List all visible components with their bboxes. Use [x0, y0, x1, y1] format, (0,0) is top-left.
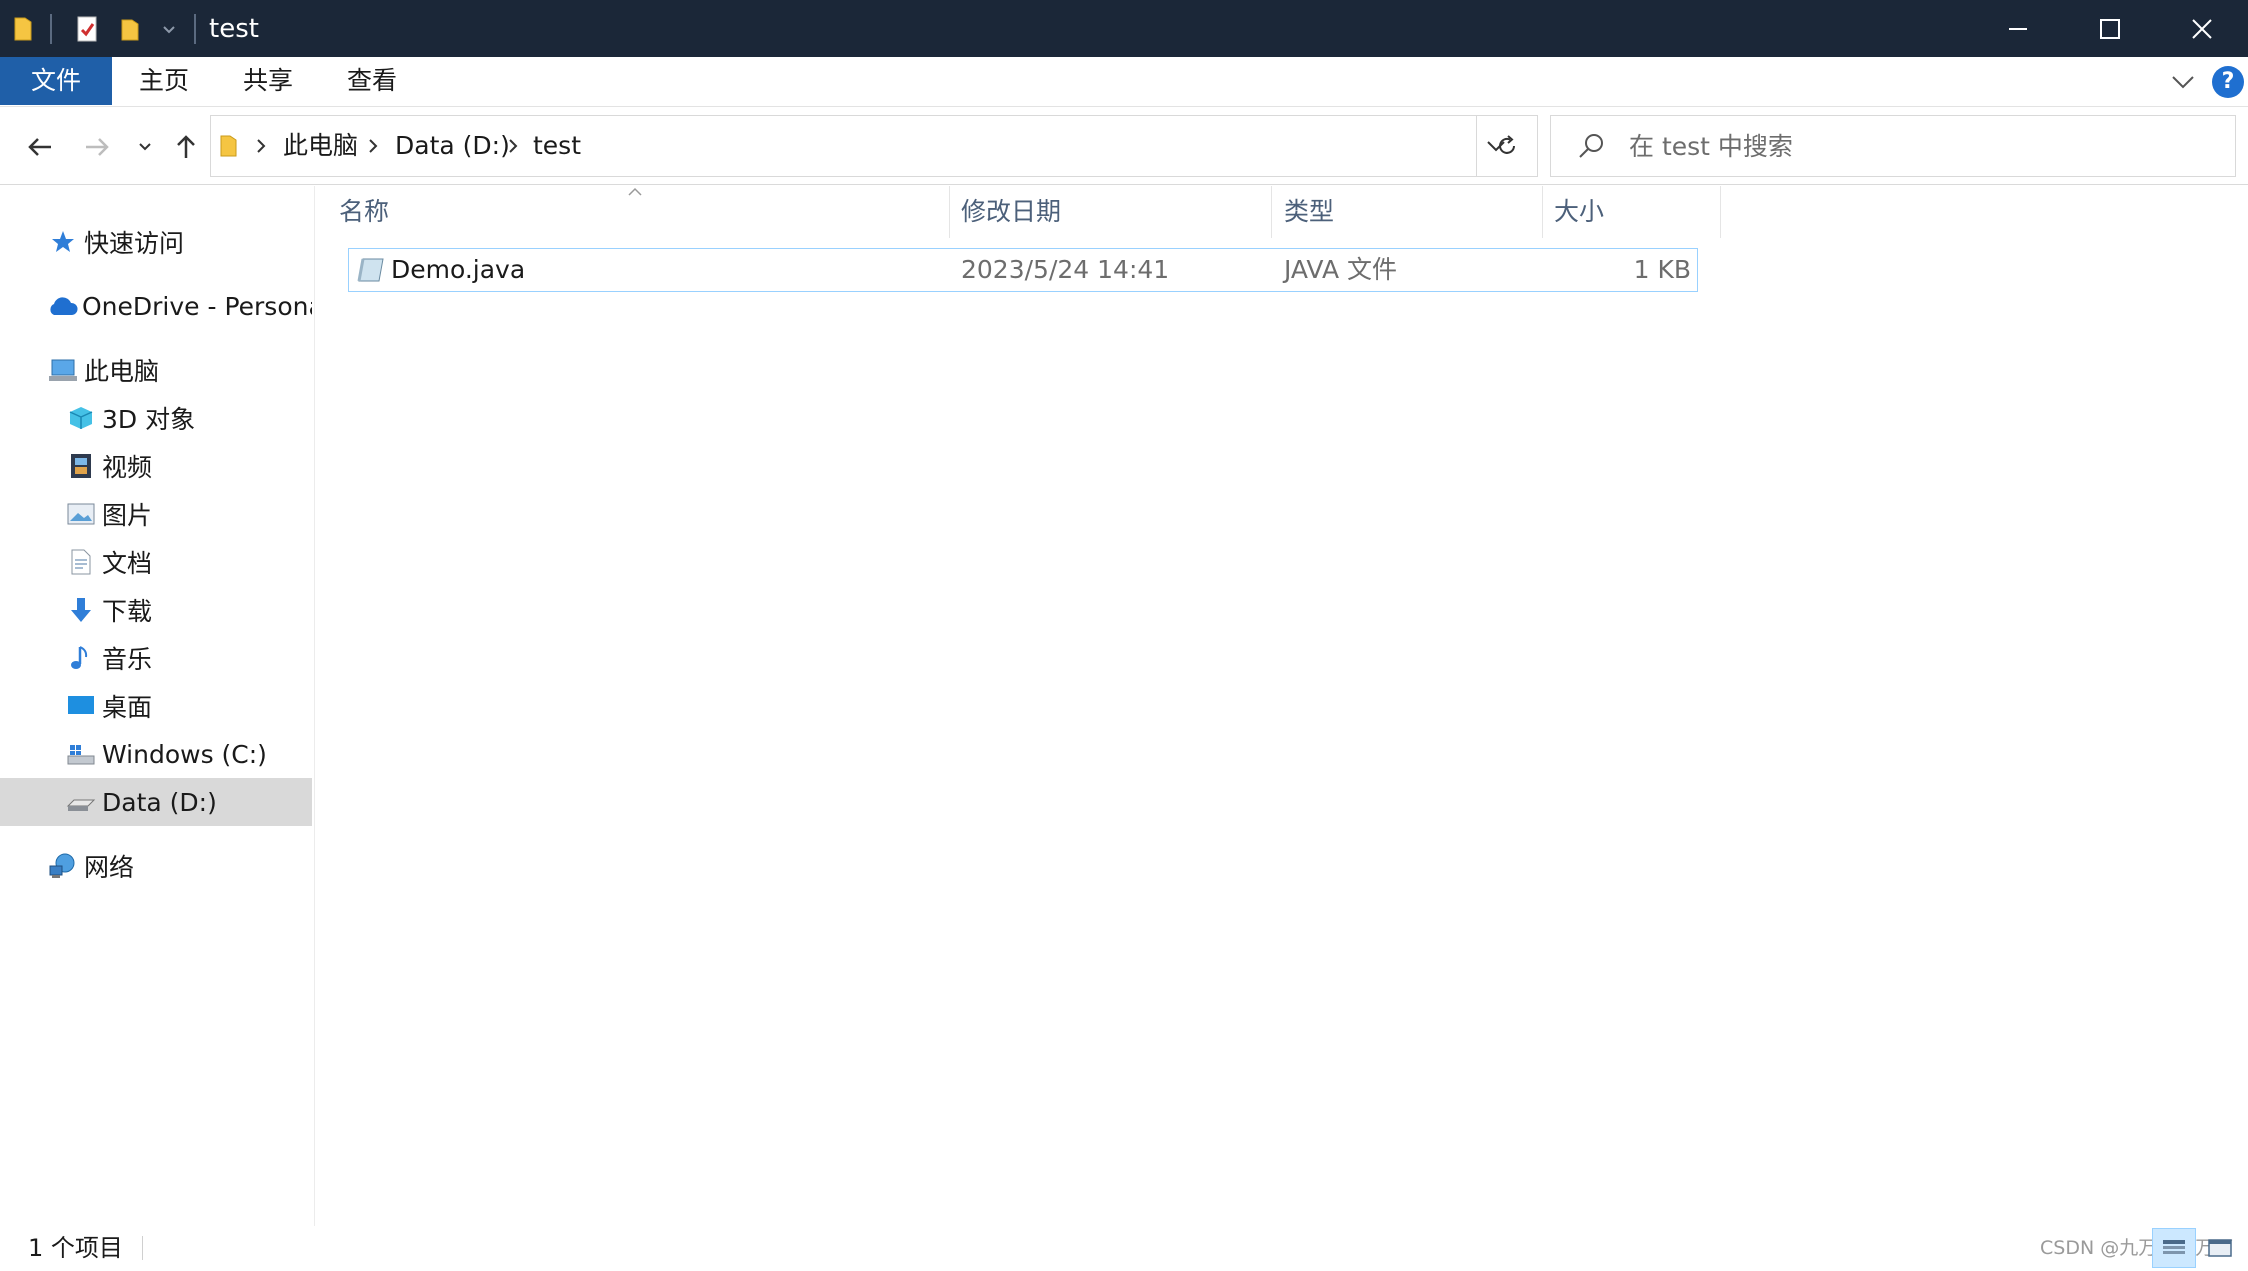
customize-dropdown-icon[interactable] [160, 12, 178, 46]
music-note-icon [64, 641, 98, 675]
folder-icon [219, 134, 239, 162]
sidebar-item-label: 视频 [102, 453, 153, 482]
sidebar-item-label: OneDrive - Persona [82, 291, 312, 321]
large-icons-view-button[interactable] [2200, 1228, 2240, 1268]
status-bar: 1 个项目 CSDN @九万万万万万 [0, 1226, 2248, 1271]
drive-icon [64, 785, 98, 819]
computer-icon [46, 353, 80, 387]
search-input[interactable] [1629, 116, 2219, 176]
sidebar-item-label: 下载 [102, 597, 153, 626]
minimize-button[interactable] [1972, 0, 2064, 57]
new-folder-icon[interactable] [118, 12, 144, 46]
document-icon [64, 545, 98, 579]
sidebar-item-onedrive[interactable]: OneDrive - Persona [0, 282, 312, 330]
search-box [1550, 115, 2236, 177]
film-icon [64, 449, 98, 483]
tab-file[interactable]: 文件 [0, 57, 112, 105]
sidebar-item-label: 桌面 [102, 693, 153, 722]
search-icon [1577, 132, 1605, 164]
file-type: JAVA 文件 [1284, 255, 1397, 284]
sidebar-item-label: Windows (C:) [102, 739, 267, 769]
back-arrow-icon[interactable] [20, 127, 60, 167]
properties-icon[interactable] [74, 12, 100, 46]
sidebar-item-desktop[interactable]: 桌面 [0, 682, 312, 730]
sidebar-item-label: 图片 [102, 501, 153, 530]
item-count: 1 个项目 [28, 1234, 123, 1262]
column-header-type[interactable]: 类型 [1272, 186, 1542, 238]
window-title: test [209, 14, 259, 44]
network-icon [46, 849, 80, 883]
picture-icon [64, 497, 98, 531]
quick-access-divider [50, 14, 52, 44]
sidebar-item-data-d[interactable]: Data (D:) [0, 778, 312, 826]
file-size: 1 KB [1633, 255, 1691, 284]
close-button[interactable] [2156, 0, 2248, 57]
windows-drive-icon [64, 737, 98, 771]
file-list: 名称 修改日期 类型 大小 Demo.java 2023/5/24 14:41 … [315, 186, 2248, 1226]
column-header-name[interactable]: 名称 [327, 186, 949, 238]
sidebar-item-downloads[interactable]: 下载 [0, 586, 312, 634]
download-arrow-icon [64, 593, 98, 627]
title-divider [194, 14, 196, 44]
address-bar[interactable]: 此电脑 Data (D:) test [210, 115, 1538, 177]
status-divider [142, 1236, 143, 1260]
chevron-right-icon[interactable] [507, 138, 519, 158]
desktop-icon [64, 689, 98, 723]
java-file-icon [355, 255, 387, 289]
navigation-pane: 快速访问 OneDrive - Persona 此电脑 3D 对象 视频 图片 [0, 186, 314, 1226]
sidebar-item-label: 文档 [102, 549, 153, 578]
help-button[interactable]: ? [2212, 66, 2244, 98]
sidebar-item-network[interactable]: 网络 [0, 842, 312, 890]
breadcrumb-data-drive[interactable]: Data (D:) [395, 116, 510, 176]
recent-locations-chevron-icon[interactable] [132, 127, 158, 167]
tab-view[interactable]: 查看 [320, 57, 424, 105]
cloud-icon [46, 289, 78, 323]
sidebar-item-music[interactable]: 音乐 [0, 634, 312, 682]
table-row[interactable]: Demo.java 2023/5/24 14:41 JAVA 文件 1 KB [348, 248, 1698, 292]
sidebar-item-this-pc[interactable]: 此电脑 [0, 346, 312, 394]
chevron-right-icon[interactable] [255, 138, 267, 158]
file-modified-date: 2023/5/24 14:41 [961, 255, 1170, 284]
forward-arrow-icon[interactable] [77, 127, 117, 167]
sidebar-item-label: 音乐 [102, 645, 153, 674]
chevron-right-icon[interactable] [367, 138, 379, 158]
file-name: Demo.java [391, 255, 526, 284]
up-arrow-icon[interactable] [168, 127, 204, 167]
sidebar-item-windows-c[interactable]: Windows (C:) [0, 730, 312, 778]
column-resize-handle[interactable] [1720, 186, 1721, 238]
tab-home[interactable]: 主页 [112, 57, 216, 105]
folder-icon[interactable] [10, 12, 36, 46]
column-header-size[interactable]: 大小 [1542, 186, 1720, 238]
sidebar-item-3d-objects[interactable]: 3D 对象 [0, 394, 312, 442]
sidebar-item-label: 此电脑 [84, 357, 160, 386]
maximize-button[interactable] [2064, 0, 2156, 57]
breadcrumb-test[interactable]: test [533, 116, 581, 176]
cube-icon [64, 401, 98, 435]
expand-ribbon-chevron-icon[interactable] [2165, 65, 2201, 99]
refresh-icon[interactable] [1476, 115, 1538, 177]
navigation-bar: 此电脑 Data (D:) test [0, 107, 2248, 185]
sidebar-item-label: 网络 [84, 853, 135, 882]
sidebar-item-label: 快速访问 [84, 229, 185, 258]
title-bar: test [0, 0, 2248, 57]
tab-share[interactable]: 共享 [216, 57, 320, 105]
details-view-button[interactable] [2152, 1228, 2196, 1268]
sidebar-item-quick-access[interactable]: 快速访问 [0, 218, 312, 266]
sidebar-item-documents[interactable]: 文档 [0, 538, 312, 586]
star-icon [46, 225, 80, 259]
sidebar-item-pictures[interactable]: 图片 [0, 490, 312, 538]
sidebar-item-label: 3D 对象 [102, 405, 196, 434]
sidebar-item-videos[interactable]: 视频 [0, 442, 312, 490]
breadcrumb-this-pc[interactable]: 此电脑 [283, 116, 358, 176]
sidebar-item-label: Data (D:) [102, 787, 217, 817]
column-header-modified[interactable]: 修改日期 [949, 186, 1271, 238]
ribbon-tabs: 文件 主页 共享 查看 ? [0, 57, 2248, 107]
